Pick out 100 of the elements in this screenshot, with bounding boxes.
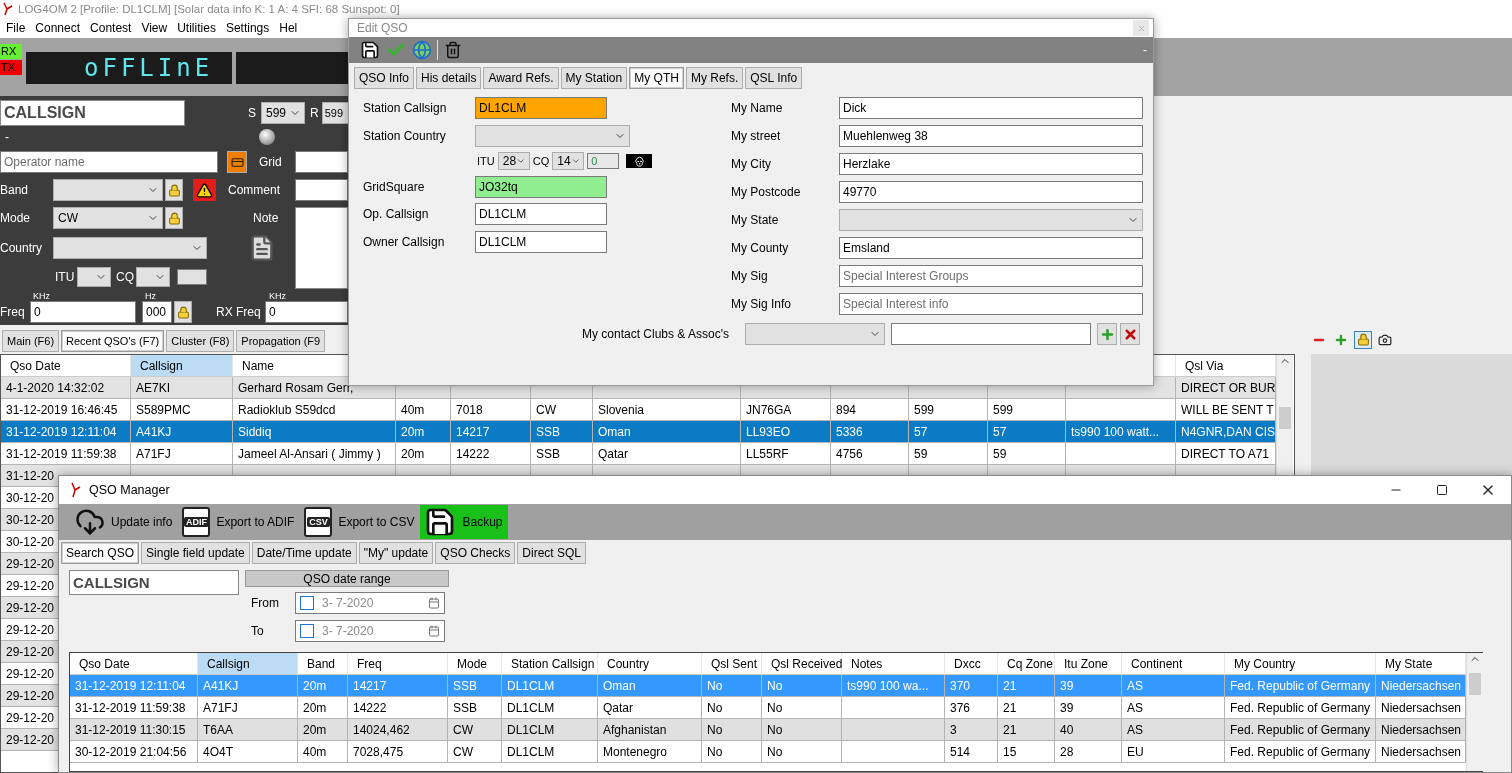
tab[interactable]: QSL Info xyxy=(745,67,803,89)
tab[interactable]: My Refs. xyxy=(685,67,744,89)
field-label: CQ xyxy=(116,270,135,284)
table-row[interactable]: 30-12-2019 21:04:56 4O4T 40m 7028,475 CW DL1CLM Montenegro No No 514 15 28 EU Fed. Republic of Germany Niedersachsen xyxy=(70,741,1466,763)
tab[interactable]: Award Refs. xyxy=(483,67,559,89)
file-icon: ADIF xyxy=(182,507,211,537)
dropdown[interactable]: CW xyxy=(53,207,163,229)
column-header[interactable]: Qsl Received xyxy=(762,653,842,675)
table-cell: CW xyxy=(448,741,502,763)
tab[interactable]: Date/Time update xyxy=(251,542,357,564)
field-label: Mode xyxy=(0,211,32,225)
tab[interactable]: Cluster (F8) xyxy=(166,330,235,352)
table-cell: 28 xyxy=(1055,741,1122,763)
tab[interactable]: Single field update xyxy=(141,542,250,564)
field-label: RX Freq xyxy=(216,305,262,319)
column-header[interactable]: Continent xyxy=(1122,653,1225,675)
text-field[interactable]: Special Interest Groups xyxy=(839,265,1143,287)
field-label: Grid xyxy=(259,155,282,169)
tab[interactable]: Search QSO xyxy=(61,542,140,564)
menu-item[interactable]: File xyxy=(6,21,26,35)
field-label: Station Callsign xyxy=(363,101,448,115)
column-header[interactable]: Itu Zone xyxy=(1055,653,1122,675)
column-header[interactable]: Band xyxy=(298,653,348,675)
date-picker[interactable]: 3- 7-2020 xyxy=(295,592,445,614)
text-field[interactable]: Muehlenweg 38 xyxy=(839,125,1143,147)
rx-indicator: RX xyxy=(0,44,22,59)
toolbar-button[interactable]: Backup xyxy=(420,505,509,539)
table-row[interactable]: 31-12-2019 11:30:15 T6AA 20m 14024,462 CW DL1CLM Afghanistan No No 3 21 40 AS Fed. Republic of Germany Niedersachsen xyxy=(70,719,1466,741)
menu-item[interactable]: Settings xyxy=(225,21,270,35)
column-header[interactable]: Notes xyxy=(842,653,945,675)
field-label: - xyxy=(5,130,9,144)
column-header[interactable]: Qso Date xyxy=(1,355,131,377)
menu-item[interactable]: Connect xyxy=(35,21,81,35)
text-field[interactable]: 0 xyxy=(587,153,620,169)
text-field[interactable]: Special Interest info xyxy=(839,293,1143,315)
tab[interactable]: "My" update xyxy=(358,542,434,564)
table-cell: 4O4T xyxy=(198,741,298,763)
tab[interactable]: Recent QSO's (F7) xyxy=(61,330,165,352)
rx-frequency-field[interactable]: 0 xyxy=(265,301,348,323)
callsign-field[interactable]: CALLSIGN xyxy=(69,570,239,595)
dropdown[interactable]: 599 xyxy=(321,102,351,124)
callsign-field[interactable]: CALLSIGN xyxy=(0,100,185,126)
column-header[interactable]: My Country xyxy=(1225,653,1376,675)
toolbar-button[interactable]: ADIF Export to ADIF xyxy=(178,505,301,539)
unit-label: Hz xyxy=(145,291,156,301)
table-row[interactable]: 31-12-2019 11:59:38 A71FJ Jameel Al-Ansari ( Jimmy ) 20m 14222 SSB Qatar LL55RF 4756 59 59 DIRECT TO A71 xyxy=(1,443,1276,465)
tab[interactable]: QSO Checks xyxy=(435,542,516,564)
dropdown[interactable]: 28 xyxy=(497,152,530,170)
text-field[interactable]: Dick xyxy=(839,97,1143,119)
column-header[interactable]: Station Callsign xyxy=(502,653,598,675)
menu-item[interactable]: Hel xyxy=(279,21,298,35)
field-label: Freq xyxy=(0,305,26,319)
table-cell: Fed. Republic of Germany xyxy=(1225,741,1376,763)
column-header[interactable]: Mode xyxy=(448,653,502,675)
text-field[interactable]: JO32tq xyxy=(475,175,607,198)
column-header[interactable]: Qsl Sent xyxy=(702,653,762,675)
menu-item[interactable]: View xyxy=(141,21,168,35)
toolbar-button[interactable]: CSV Export to CSV xyxy=(300,505,421,539)
field-label: Note xyxy=(253,211,279,225)
field-label: My Name xyxy=(731,101,784,115)
table-row[interactable]: 31-12-2019 11:59:38 A71FJ 20m 14222 SSB DL1CLM Qatar No No 376 21 39 AS Fed. Republic of Germany Niedersachsen xyxy=(70,697,1466,719)
field-label: My City xyxy=(731,157,772,171)
menu-item[interactable]: Utilities xyxy=(177,21,216,35)
column-header[interactable]: Dxcc xyxy=(945,653,998,675)
table-row[interactable]: 31-12-2019 16:46:45 S589PMC Radioklub S59dcd 40m 7018 CW Slovenia JN76GA 894 599 599 WILL BE SENT T xyxy=(1,399,1276,421)
hz-field[interactable]: 000 xyxy=(142,301,172,323)
operator-name-field[interactable]: Operator name xyxy=(0,151,218,173)
text-field[interactable]: DL1CLM xyxy=(475,203,607,225)
tx-indicator: TX xyxy=(0,60,22,75)
window-title: LOG4OM 2 [Profile: DL1CLM] [Solar data info K: 1 A: 4 SFI: 68 Sunspot: 0] xyxy=(18,3,400,15)
section-header: QSO date range xyxy=(245,570,449,587)
tab[interactable]: His details xyxy=(416,67,482,89)
text-field[interactable]: 49770 xyxy=(839,181,1143,203)
column-header[interactable]: Callsign xyxy=(131,355,233,377)
column-header[interactable]: Qsl Via xyxy=(1176,355,1276,377)
column-header[interactable]: Freq xyxy=(348,653,448,675)
text-field[interactable]: Emsland xyxy=(839,237,1143,259)
tab[interactable]: My Station xyxy=(560,67,628,89)
field-label: From xyxy=(251,596,280,610)
tab[interactable]: QSO Info xyxy=(354,67,415,89)
column-header[interactable]: Callsign xyxy=(198,653,298,675)
menu-item[interactable]: Contest xyxy=(90,21,132,35)
tab[interactable]: Direct SQL xyxy=(517,542,586,564)
column-header[interactable]: Cq Zone xyxy=(998,653,1055,675)
date-picker[interactable]: 3- 7-2020 xyxy=(295,620,445,642)
tab[interactable]: Main (F6) xyxy=(2,330,60,352)
field-label: Comment xyxy=(228,183,280,197)
table-row[interactable]: 31-12-2019 12:11:04 A41KJ Siddiq 20m 14217 SSB Oman LL93EO 5336 57 57 ts990 100 watt... N4GNR,DAN CIS xyxy=(1,421,1276,443)
dropdown[interactable]: 599 xyxy=(261,102,305,124)
text-field[interactable]: DL1CLM xyxy=(475,230,607,253)
frequency-field[interactable]: 0 xyxy=(30,301,136,323)
column-header[interactable]: My State xyxy=(1376,653,1466,675)
tab[interactable]: Propagation (F9 xyxy=(236,330,326,352)
column-header[interactable]: Country xyxy=(598,653,702,675)
column-header[interactable]: Qso Date xyxy=(70,653,198,675)
text-field[interactable]: DL1CLM xyxy=(475,97,607,119)
tab[interactable]: My QTH xyxy=(629,67,684,89)
dropdown[interactable]: 14 xyxy=(552,152,585,170)
led-display: oFFLInE xyxy=(26,52,232,84)
text-field[interactable]: Herzlake xyxy=(839,153,1143,175)
